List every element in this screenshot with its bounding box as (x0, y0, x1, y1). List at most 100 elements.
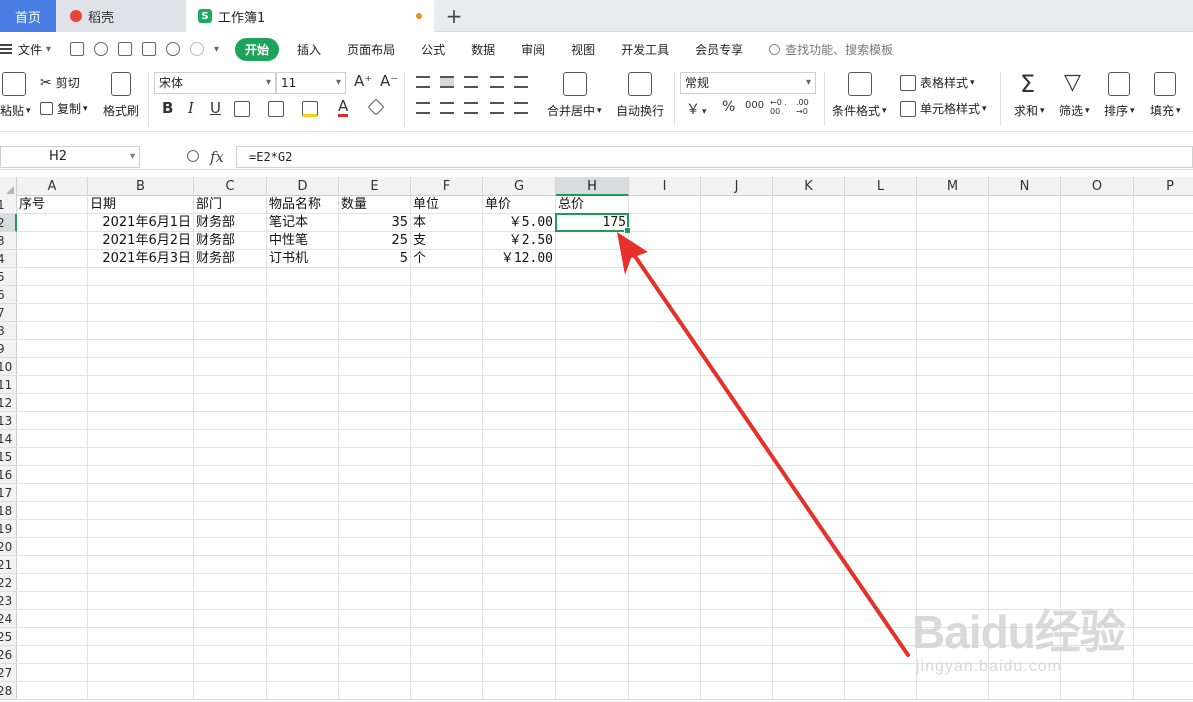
cell-g4[interactable]: ￥12.00 (483, 250, 556, 268)
cell-e3[interactable]: 25 (339, 232, 411, 250)
align-right-icon[interactable] (464, 102, 478, 114)
align-top-icon[interactable] (416, 76, 430, 88)
font-shrink-button[interactable]: A⁻ (380, 72, 398, 90)
align-left-icon[interactable] (416, 102, 430, 114)
row-header-25[interactable]: 25 (0, 628, 17, 646)
cell-c1[interactable]: 部门 (194, 196, 267, 214)
row-header-15[interactable]: 15 (0, 448, 17, 466)
row-header-7[interactable]: 7 (0, 304, 17, 322)
underline-button[interactable]: U (210, 99, 221, 117)
undo-icon[interactable] (166, 42, 180, 56)
italic-button[interactable]: I (188, 99, 194, 117)
percent-button[interactable]: % (722, 99, 735, 115)
cell-e4[interactable]: 5 (339, 250, 411, 268)
cell-c4[interactable]: 财务部 (194, 250, 267, 268)
row-header-6[interactable]: 6 (0, 286, 17, 304)
new-tab-button[interactable]: + (442, 0, 466, 32)
format-painter-button[interactable]: 格式刷 (103, 102, 139, 119)
column-header-l[interactable]: L (845, 177, 917, 196)
increase-indent-icon[interactable] (514, 76, 528, 88)
merge-center-button[interactable]: 合并居中 ▾ (547, 102, 602, 119)
cell-e1[interactable]: 数量 (339, 196, 411, 214)
menu-developer[interactable]: 开发工具 (621, 41, 669, 58)
column-header-i[interactable]: I (629, 177, 701, 196)
print-preview-icon[interactable] (142, 42, 156, 56)
font-grow-button[interactable]: A⁺ (354, 72, 372, 90)
filter-icon[interactable]: ▽ (1064, 70, 1081, 95)
align-middle-icon[interactable] (440, 76, 454, 88)
menu-member[interactable]: 会员专享 (695, 41, 743, 58)
column-header-c[interactable]: C (194, 177, 267, 196)
wrap-text-button[interactable]: 自动换行 (616, 102, 664, 119)
sum-icon[interactable]: Σ (1020, 70, 1035, 98)
export-icon[interactable] (94, 42, 108, 56)
row-header-13[interactable]: 13 (0, 412, 17, 430)
row-header-9[interactable]: 9 (0, 340, 17, 358)
cell-f3[interactable]: 支 (411, 232, 483, 250)
row-header-14[interactable]: 14 (0, 430, 17, 448)
menu-start[interactable]: 开始 (235, 37, 280, 61)
conditional-format-button[interactable]: 条件格式 ▾ (832, 102, 887, 119)
redo-icon[interactable] (190, 42, 204, 56)
font-name-select[interactable]: 宋体 (154, 72, 276, 94)
insert-function-button[interactable]: fx (210, 148, 224, 166)
row-header-17[interactable]: 17 (0, 484, 17, 502)
cell-g2[interactable]: ￥5.00 (483, 214, 556, 232)
zoom-icon[interactable] (187, 150, 199, 162)
menu-view[interactable]: 视图 (571, 41, 595, 58)
cell-f2[interactable]: 本 (411, 214, 483, 232)
tab-daoke[interactable]: 稻壳 (56, 0, 186, 32)
column-header-f[interactable]: F (411, 177, 483, 196)
filter-button[interactable]: 筛选 ▾ (1059, 102, 1090, 119)
number-format-select[interactable]: 常规 (680, 72, 816, 94)
row-header-24[interactable]: 24 (0, 610, 17, 628)
currency-format-button[interactable]: ￥ ▾ (686, 99, 707, 119)
menu-data[interactable]: 数据 (471, 41, 495, 58)
column-header-b[interactable]: B (88, 177, 194, 196)
column-header-p[interactable]: P (1134, 177, 1193, 196)
row-header-11[interactable]: 11 (0, 376, 17, 394)
file-menu[interactable]: 文件 ▾ (0, 41, 70, 58)
cell-h1[interactable]: 总价 (556, 196, 629, 214)
row-header-16[interactable]: 16 (0, 466, 17, 484)
column-header-j[interactable]: J (701, 177, 773, 196)
column-header-k[interactable]: K (773, 177, 845, 196)
menu-formula[interactable]: 公式 (421, 41, 445, 58)
cell-f4[interactable]: 个 (411, 250, 483, 268)
save-icon[interactable] (70, 42, 84, 56)
column-header-g[interactable]: G (483, 177, 556, 196)
cell-b2[interactable]: 2021年6月1日 (88, 214, 194, 232)
font-size-select[interactable]: 11 (276, 72, 346, 94)
cut-button[interactable]: ✂ 剪切 (40, 74, 80, 91)
row-header-28[interactable]: 28 (0, 682, 17, 700)
active-cell-selection[interactable] (555, 213, 631, 234)
column-header-n[interactable]: N (989, 177, 1061, 196)
cell-b3[interactable]: 2021年6月2日 (88, 232, 194, 250)
decrease-indent-icon[interactable] (490, 76, 504, 88)
cell-d3[interactable]: 中性笔 (267, 232, 339, 250)
row-header-21[interactable]: 21 (0, 556, 17, 574)
tab-home[interactable]: 首页 (0, 0, 56, 32)
column-header-a[interactable]: A (17, 177, 88, 196)
quick-access-dropdown-icon[interactable]: ▾ (214, 44, 219, 55)
cell-d2[interactable]: 笔记本 (267, 214, 339, 232)
row-header-12[interactable]: 12 (0, 394, 17, 412)
decrease-decimal-button[interactable]: .00 →0 (796, 98, 814, 116)
align-center-icon[interactable] (440, 102, 454, 114)
cell-d1[interactable]: 物品名称 (267, 196, 339, 214)
row-header-20[interactable]: 20 (0, 538, 17, 556)
justify-icon[interactable] (490, 102, 504, 114)
bold-button[interactable]: B (162, 99, 173, 117)
increase-decimal-button[interactable]: ←0 .00 (770, 98, 788, 116)
font-color-button[interactable]: A (338, 98, 349, 117)
cell-a1[interactable]: 序号 (17, 196, 88, 214)
fill-color-icon[interactable] (302, 101, 318, 117)
row-header-10[interactable]: 10 (0, 358, 17, 376)
row-header-2[interactable]: 2 (0, 214, 17, 232)
cell-c2[interactable]: 财务部 (194, 214, 267, 232)
cell-g3[interactable]: ￥2.50 (483, 232, 556, 250)
menu-insert[interactable]: 插入 (297, 41, 321, 58)
merge-center-icon[interactable] (563, 72, 587, 96)
column-header-e[interactable]: E (339, 177, 411, 196)
paste-icon[interactable] (2, 72, 26, 96)
